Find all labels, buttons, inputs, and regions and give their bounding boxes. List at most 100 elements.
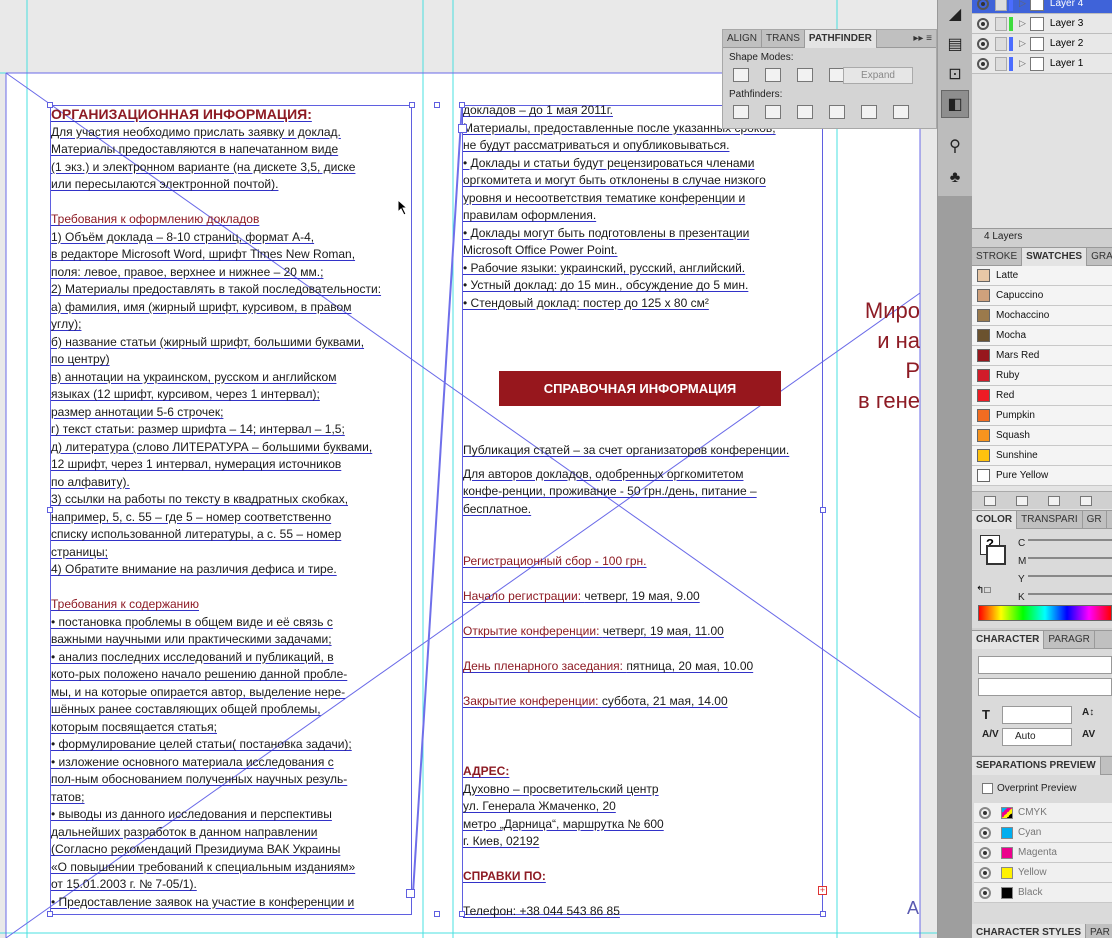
frame-handle[interactable] (820, 507, 826, 513)
font-family-field[interactable] (978, 656, 1112, 674)
visibility-eye-icon[interactable] (979, 846, 991, 859)
crop-icon[interactable] (829, 105, 845, 119)
pathfinder-icon[interactable]: ◧ (941, 90, 969, 118)
merge-icon[interactable] (797, 105, 813, 119)
frame-handle[interactable] (47, 507, 53, 513)
separation-row[interactable]: Black (974, 883, 1112, 903)
tab-gradient[interactable]: GRA (1087, 248, 1112, 266)
align-icon[interactable]: ▤ (941, 30, 969, 58)
separation-row[interactable]: Magenta (974, 843, 1112, 863)
tab-paragraph-styles[interactable]: PAR (1086, 924, 1112, 938)
slider-y[interactable] (1028, 575, 1112, 577)
frame-handle[interactable] (409, 102, 415, 108)
swatch-row[interactable]: Pumpkin (972, 406, 1112, 426)
swap-icon[interactable]: ↰□ (976, 585, 1000, 599)
slider-c[interactable] (1028, 539, 1112, 541)
expand-arrow-icon[interactable]: ▷ (1019, 18, 1026, 29)
delete-swatch-icon[interactable] (1080, 495, 1092, 506)
tab-paragraph[interactable]: PARAGR (1044, 630, 1095, 649)
new-swatch-icon[interactable] (1048, 495, 1060, 506)
swatch-row[interactable]: Capuccino (972, 286, 1112, 306)
tab-align[interactable]: ALIGN (723, 29, 763, 48)
visibility-eye-icon[interactable] (979, 866, 991, 879)
frame-handle[interactable] (434, 102, 440, 108)
frame-handle[interactable] (47, 102, 53, 108)
separation-row[interactable]: CMYK (974, 803, 1112, 823)
intersect-icon[interactable] (797, 68, 813, 82)
swatch-row[interactable]: Latte (972, 266, 1112, 286)
out-port[interactable] (406, 889, 415, 898)
visibility-eye-icon[interactable] (977, 37, 989, 50)
tab-character-styles[interactable]: CHARACTER STYLES (972, 923, 1087, 938)
unite-icon[interactable] (733, 68, 749, 82)
overprint-checkbox[interactable] (982, 783, 993, 794)
trim-icon[interactable] (765, 105, 781, 119)
minus-back-icon[interactable] (893, 105, 909, 119)
transform-icon[interactable]: ⊡ (941, 60, 969, 88)
frame-handle[interactable] (459, 911, 465, 917)
expand-button[interactable]: Expand (843, 67, 913, 84)
visibility-eye-icon[interactable] (979, 826, 991, 839)
visibility-eye-icon[interactable] (977, 57, 989, 70)
visibility-eye-icon[interactable] (979, 886, 991, 899)
minus-front-icon[interactable] (765, 68, 781, 82)
club-icon[interactable]: ♣ (941, 164, 969, 192)
swatch-row[interactable]: Sunshine (972, 446, 1112, 466)
layer-row[interactable]: ▷ Layer 2 (972, 34, 1112, 54)
layer-row[interactable]: ▷ Layer 1 (972, 54, 1112, 74)
document-canvas[interactable]: ОРГАНИЗАЦИОННАЯ ИНФОРМАЦИЯ: Для участия н… (0, 0, 937, 938)
slider-k[interactable] (1028, 593, 1112, 595)
swatch-row[interactable]: Mochaccino (972, 306, 1112, 326)
expand-arrow-icon[interactable]: ▷ (1019, 0, 1026, 9)
expand-arrow-icon[interactable]: ▷ (1019, 58, 1026, 69)
divide-icon[interactable] (733, 105, 749, 119)
swatch-row[interactable]: Mocha (972, 326, 1112, 346)
gradient-icon[interactable]: ◢ (941, 0, 969, 28)
swatch-row[interactable]: Mars Red (972, 346, 1112, 366)
frame-handle[interactable] (459, 102, 465, 108)
leading-field[interactable]: Auto (1002, 728, 1072, 746)
text-line: Публикация статей – за счет организаторо… (463, 443, 790, 457)
font-size-field[interactable] (1002, 706, 1072, 724)
in-port[interactable] (458, 124, 467, 133)
lock-toggle[interactable] (995, 0, 1007, 11)
panel-menu-icon[interactable]: ▸▸ ≡ (909, 30, 936, 48)
lock-toggle[interactable] (995, 16, 1007, 31)
expand-arrow-icon[interactable]: ▷ (1019, 38, 1026, 49)
swatch-row[interactable]: Pure Yellow (972, 466, 1112, 486)
color-spectrum[interactable] (978, 605, 1112, 621)
links-icon[interactable]: ⚲ (941, 132, 969, 160)
tab-color[interactable]: COLOR (972, 510, 1018, 529)
visibility-eye-icon[interactable] (979, 806, 991, 819)
outline-icon[interactable] (861, 105, 877, 119)
swatch-row[interactable]: Squash (972, 426, 1112, 446)
visibility-eye-icon[interactable] (977, 0, 989, 10)
swatch-group-icon[interactable] (1016, 495, 1028, 506)
tab-gradient-2[interactable]: GR (1083, 510, 1107, 529)
swatch-row[interactable]: Red (972, 386, 1112, 406)
separation-row[interactable]: Cyan (974, 823, 1112, 843)
tab-stroke[interactable]: STROKE (972, 247, 1023, 266)
overset-port[interactable]: + (818, 886, 827, 895)
swatch-name: Pumpkin (996, 410, 1035, 421)
tab-pathfinder[interactable]: PATHFINDER (804, 29, 877, 48)
layer-row[interactable]: ▷ Layer 4 (972, 0, 1112, 14)
lock-toggle[interactable] (995, 56, 1007, 71)
swatch-row[interactable]: Ruby (972, 366, 1112, 386)
tab-transform[interactable]: TRANS (762, 29, 805, 48)
layer-row[interactable]: ▷ Layer 3 (972, 14, 1112, 34)
swatch-view-icon[interactable] (984, 495, 996, 506)
slider-m[interactable] (1028, 557, 1112, 559)
visibility-eye-icon[interactable] (977, 17, 989, 30)
lock-toggle[interactable] (995, 36, 1007, 51)
tab-transparency[interactable]: TRANSPARI (1017, 510, 1083, 529)
font-style-field[interactable] (978, 678, 1112, 696)
tab-character[interactable]: CHARACTER (972, 630, 1045, 649)
tab-separations[interactable]: SEPARATIONS PREVIEW (972, 756, 1101, 775)
frame-handle[interactable] (820, 911, 826, 917)
frame-handle[interactable] (434, 911, 440, 917)
frame-handle[interactable] (47, 911, 53, 917)
separation-row[interactable]: Yellow (974, 863, 1112, 883)
stroke-swatch-icon[interactable] (986, 545, 1006, 565)
tab-swatches[interactable]: SWATCHES (1022, 247, 1088, 266)
